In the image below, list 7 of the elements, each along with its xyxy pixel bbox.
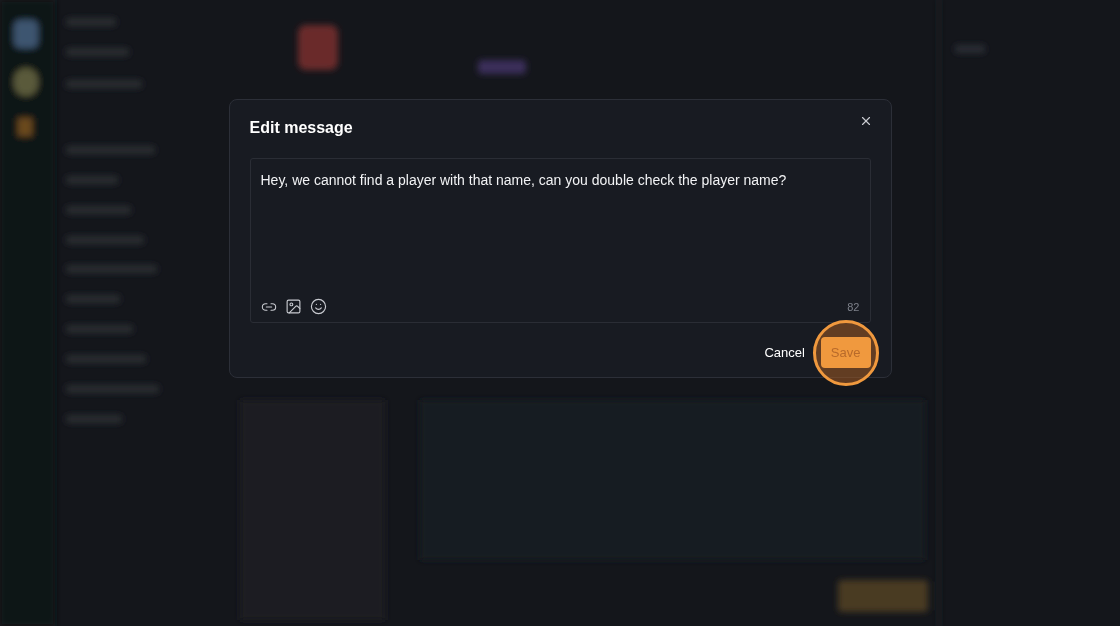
message-editor[interactable]: Hey, we cannot find a player with that name, can you double check the player name? 82 <box>249 158 871 323</box>
dialog-title: Edit message <box>249 119 353 137</box>
message-text: Hey, we cannot find a player with that name, can you double check the player name? <box>260 172 787 188</box>
cancel-button[interactable]: Cancel <box>764 337 805 368</box>
emoji-icon[interactable] <box>309 298 327 315</box>
image-icon[interactable] <box>284 298 302 315</box>
character-count: 82 <box>847 300 860 313</box>
